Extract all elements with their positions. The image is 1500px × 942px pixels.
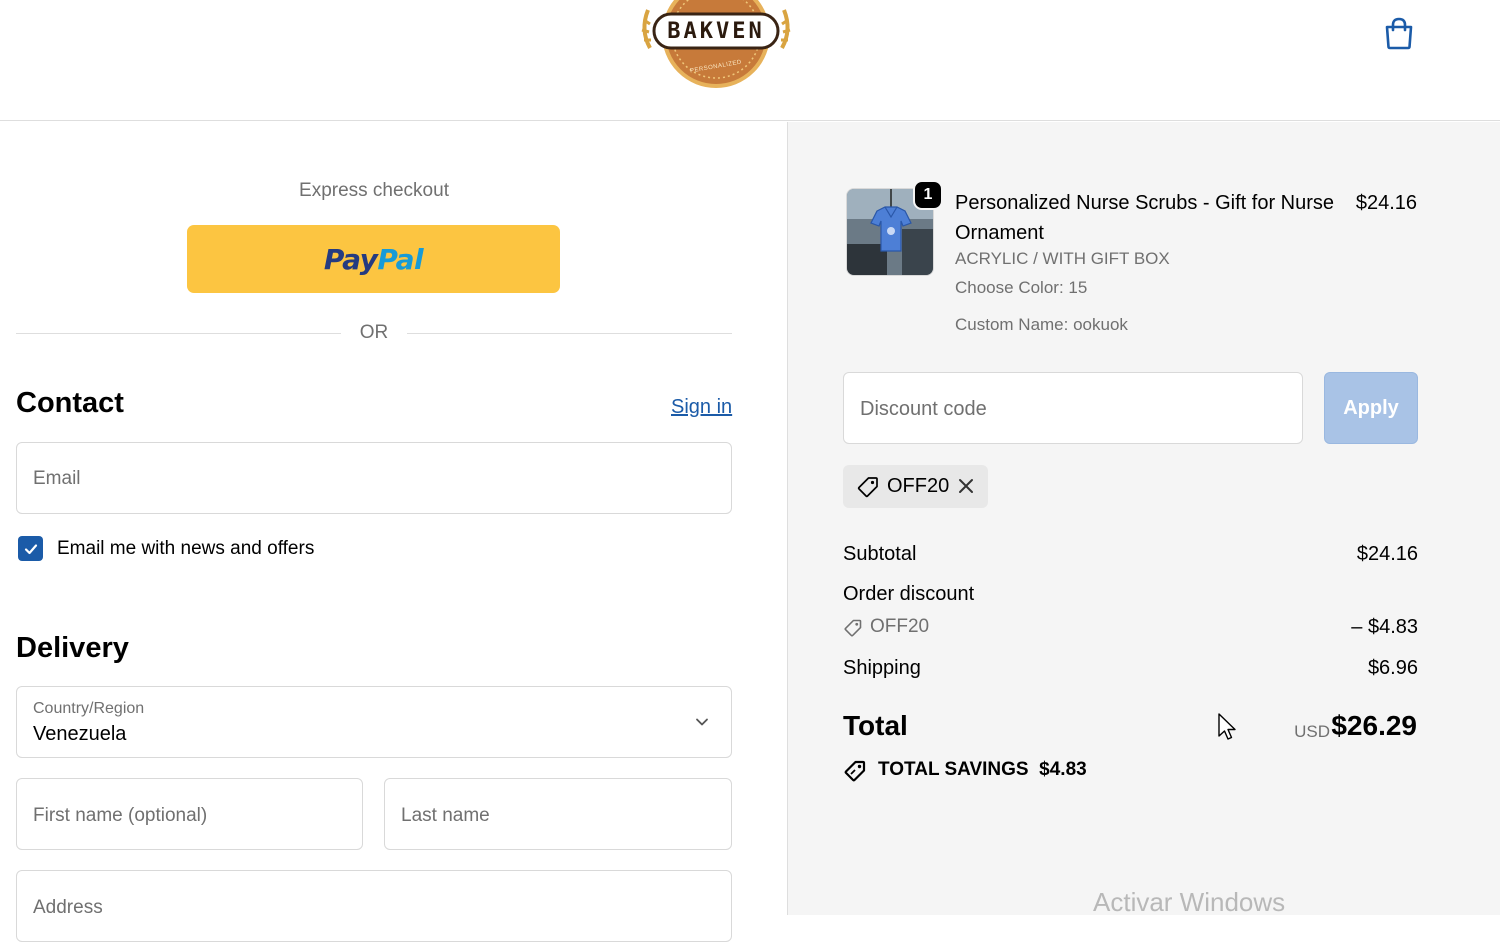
- checkout-form: Express checkout PayPal OR Contact Sign …: [0, 122, 787, 942]
- paypal-button[interactable]: PayPal: [187, 225, 560, 293]
- sign-in-link[interactable]: Sign in: [671, 396, 732, 419]
- discount-code-text: OFF20: [870, 616, 930, 637]
- tag-icon: [844, 760, 866, 782]
- discount-value: – $4.83: [1351, 616, 1418, 638]
- country-label: Country/Region: [33, 700, 145, 717]
- product-name: Personalized Nurse Scrubs - Gift for Nur…: [955, 192, 1335, 244]
- product-custom-name: Custom Name: ookuok: [955, 315, 1128, 334]
- shipping-value: $6.96: [1367, 657, 1418, 679]
- total-value: $26.29: [1331, 710, 1417, 741]
- shopping-bag-icon[interactable]: [1383, 16, 1415, 50]
- first-name-field[interactable]: First name (optional): [16, 778, 363, 850]
- contact-title: Contact: [16, 387, 124, 419]
- logo-badge-icon: [641, 0, 791, 88]
- remove-discount-icon[interactable]: [957, 477, 975, 495]
- product-price: $24.16: [1355, 192, 1417, 214]
- last-name-placeholder: Last name: [401, 805, 490, 826]
- shipping-label: Shipping: [843, 657, 921, 679]
- windows-activation-watermark: Activar Windows: [1093, 887, 1286, 917]
- country-select[interactable]: Country/Region Venezuela: [16, 686, 732, 758]
- order-discount-label: Order discount: [843, 583, 975, 605]
- delivery-title: Delivery: [16, 632, 129, 664]
- check-icon: [24, 543, 37, 554]
- tag-icon: [844, 619, 862, 637]
- total-currency: USD: [1294, 722, 1330, 741]
- store-logo[interactable]: BAKVEN PERSONALIZED: [636, 0, 796, 90]
- discount-code-input[interactable]: Discount code: [843, 372, 1303, 444]
- apply-discount-button[interactable]: Apply: [1324, 372, 1418, 444]
- subtotal-row: Subtotal $24.16: [843, 543, 1418, 566]
- address-field[interactable]: Address: [16, 870, 732, 942]
- shipping-row: Shipping $6.96: [843, 657, 1418, 680]
- order-summary: 1 Personalized Nurse Scrubs - Gift for N…: [787, 122, 1500, 917]
- email-field[interactable]: Email: [16, 442, 732, 514]
- address-placeholder: Address: [33, 897, 103, 918]
- subtotal-value: $24.16: [1356, 543, 1418, 565]
- total-label: Total: [843, 710, 908, 741]
- email-placeholder: Email: [33, 468, 81, 489]
- quantity-badge: 1: [913, 180, 943, 210]
- applied-discount-chip: OFF20: [843, 465, 988, 508]
- tag-icon: [857, 477, 878, 498]
- savings-value: $4.83: [1039, 759, 1087, 780]
- mouse-cursor-icon: [1218, 713, 1236, 740]
- or-text: OR: [359, 322, 389, 343]
- order-discount-row: Order discount: [843, 583, 1418, 606]
- newsletter-checkbox[interactable]: [18, 536, 43, 561]
- savings-label: TOTAL SAVINGS: [878, 759, 1029, 780]
- paypal-logo: PayPal: [323, 242, 424, 276]
- logo-text: BAKVEN: [667, 19, 765, 44]
- applied-code-text: OFF20: [887, 475, 950, 497]
- product-color: Choose Color: 15: [955, 278, 1088, 297]
- or-divider: OR: [16, 320, 732, 348]
- subtotal-label: Subtotal: [843, 543, 917, 565]
- discount-placeholder: Discount code: [860, 398, 987, 420]
- chevron-down-icon: [696, 718, 708, 726]
- country-value: Venezuela: [33, 723, 127, 745]
- header: BAKVEN PERSONALIZED: [0, 0, 1500, 121]
- express-checkout-label: Express checkout: [299, 180, 449, 201]
- newsletter-label: Email me with news and offers: [57, 538, 315, 559]
- last-name-field[interactable]: Last name: [384, 778, 732, 850]
- first-name-placeholder: First name (optional): [33, 805, 208, 826]
- product-variant: ACRYLIC / WITH GIFT BOX: [955, 249, 1170, 268]
